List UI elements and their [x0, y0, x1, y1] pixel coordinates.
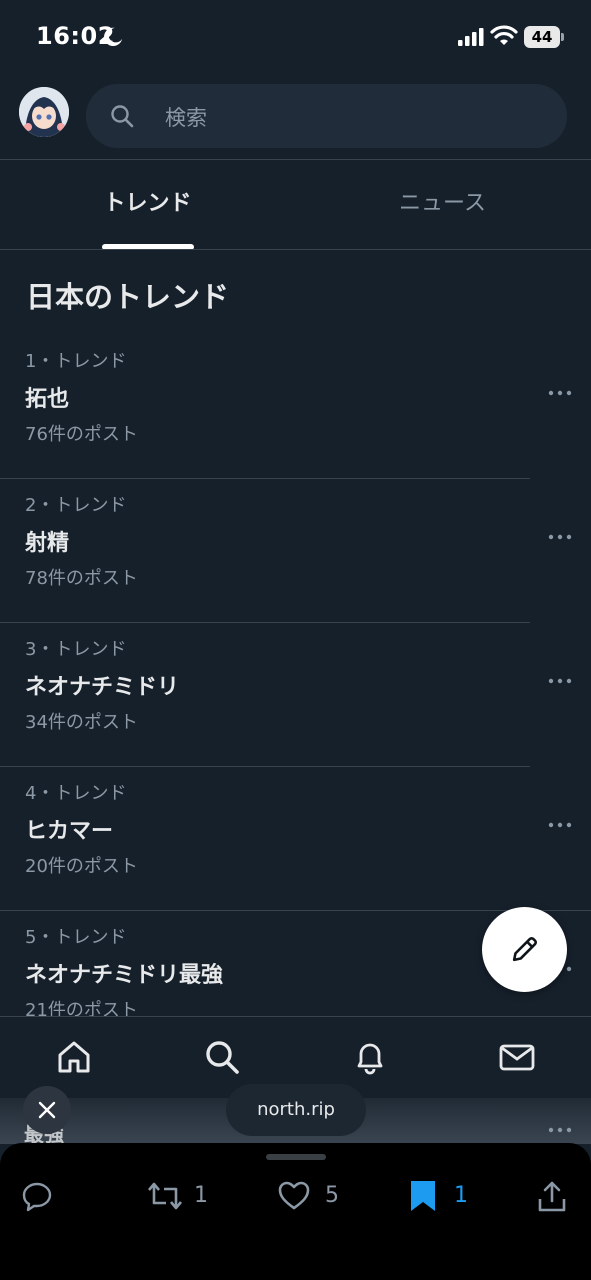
close-button[interactable] — [23, 1086, 71, 1134]
search-input[interactable]: 検索 — [86, 84, 567, 148]
avatar[interactable] — [19, 87, 69, 137]
battery-icon: 44 — [524, 26, 564, 48]
url-pill[interactable]: north.rip — [226, 1084, 366, 1136]
wifi-icon — [490, 25, 518, 45]
trend-name: ネオナチミドリ — [25, 675, 180, 700]
trend-rank: 3・トレンド — [25, 639, 127, 660]
share-icon[interactable] — [536, 1179, 568, 1213]
tab-trends[interactable]: トレンド — [0, 160, 295, 250]
trend-rank: 5・トレンド — [25, 927, 127, 948]
home-icon[interactable] — [54, 1037, 94, 1077]
moon-icon — [104, 27, 123, 47]
bookmark-count: 1 — [454, 1183, 468, 1208]
trend-post-count: 20件のポスト — [25, 856, 138, 877]
trend-post-count: 78件のポスト — [25, 568, 138, 589]
battery-level: 44 — [531, 28, 553, 46]
trend-post-count: 34件のポスト — [25, 712, 138, 733]
search-placeholder: 検索 — [165, 106, 207, 130]
heart-icon[interactable] — [277, 1179, 311, 1213]
trend-item[interactable]: 4・トレンド ヒカマー 20件のポスト — [0, 767, 591, 911]
more-icon — [548, 1127, 572, 1133]
bell-icon[interactable] — [350, 1037, 390, 1077]
more-icon[interactable] — [548, 387, 572, 399]
tab-news[interactable]: ニュース — [295, 160, 590, 250]
status-bar: 16:02 44 — [0, 0, 591, 74]
screen: 16:02 44 検索 トレンド ニュース 日本のトレンド 1・トレンド 拓也 … — [0, 0, 591, 1280]
reply-icon[interactable] — [20, 1179, 54, 1213]
more-icon[interactable] — [548, 819, 572, 831]
mail-icon[interactable] — [497, 1037, 537, 1077]
sheet-grabber[interactable] — [266, 1154, 326, 1160]
trend-rank: 2・トレンド — [25, 495, 127, 516]
bookmark-icon[interactable] — [408, 1179, 438, 1213]
close-icon — [38, 1101, 56, 1119]
trend-name: ネオナチミドリ最強 — [25, 963, 224, 988]
search-icon — [111, 105, 134, 128]
trend-post-count: 76件のポスト — [25, 424, 138, 445]
post-action-bar: 1 5 1 — [0, 1143, 591, 1280]
compose-button[interactable] — [482, 907, 567, 992]
trend-name: 拓也 — [25, 387, 70, 412]
trend-name: 射精 — [25, 531, 70, 556]
trend-post-count: 21件のポスト — [25, 1000, 138, 1016]
retweet-icon[interactable] — [146, 1179, 184, 1213]
trend-item[interactable]: 2・トレンド 射精 78件のポスト — [0, 479, 591, 623]
more-icon[interactable] — [548, 675, 572, 687]
trend-item[interactable]: 1・トレンド 拓也 76件のポスト — [0, 335, 591, 479]
signal-icon — [458, 28, 484, 46]
trend-name: ヒカマー — [25, 819, 114, 844]
retweet-count: 1 — [194, 1183, 208, 1208]
pencil-icon — [512, 937, 537, 962]
section-title: 日本のトレンド — [26, 280, 230, 314]
search-icon[interactable] — [202, 1037, 242, 1077]
trend-rank: 1・トレンド — [25, 351, 127, 372]
like-count: 5 — [325, 1183, 339, 1208]
trend-item[interactable]: 3・トレンド ネオナチミドリ 34件のポスト — [0, 623, 591, 767]
more-icon[interactable] — [548, 531, 572, 543]
divider — [0, 249, 591, 250]
trend-rank: 4・トレンド — [25, 783, 127, 804]
